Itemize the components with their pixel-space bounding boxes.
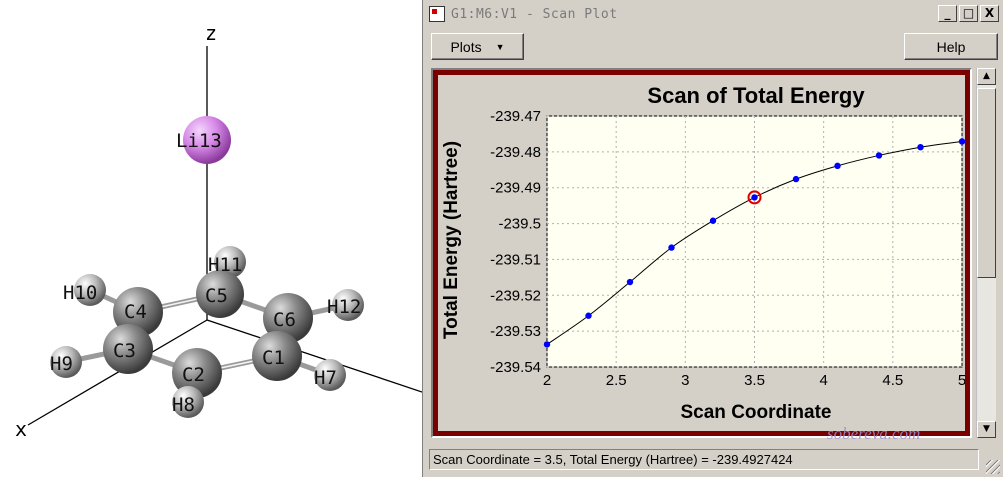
- y-tick-label: -239.53: [490, 323, 541, 340]
- atom-label-h8: H8: [172, 394, 195, 416]
- plot-frame: Scan of Total Energy -239.47 -239.48 -239.…: [431, 68, 972, 438]
- resize-grip-icon[interactable]: [986, 460, 1000, 474]
- data-point[interactable]: [917, 143, 924, 151]
- atom-label-c4: C4: [124, 301, 147, 323]
- atom-label-c3: C3: [113, 340, 136, 362]
- watermark: sobereva.com: [827, 424, 921, 443]
- maximize-button[interactable]: □: [959, 5, 978, 22]
- plots-menu-button[interactable]: Plots ▼: [431, 33, 524, 60]
- data-point[interactable]: [958, 138, 965, 145]
- y-tick-label: -239.51: [490, 251, 541, 268]
- y-axis-title: Total Energy (Hartree): [441, 141, 462, 339]
- y-tick-label: -239.5: [498, 216, 541, 233]
- plots-label: Plots: [450, 38, 482, 55]
- y-tick-label: -239.52: [490, 287, 541, 304]
- atom-label-h9: H9: [50, 353, 73, 375]
- atom-label-li13: Li13: [176, 130, 222, 152]
- scroll-thumb[interactable]: [977, 88, 996, 278]
- x-axis-title: Scan Coordinate: [681, 402, 832, 423]
- scroll-up-icon[interactable]: ▲: [977, 68, 996, 85]
- scroll-down-icon[interactable]: ▼: [977, 421, 996, 438]
- data-point[interactable]: [543, 341, 551, 348]
- data-point[interactable]: [668, 244, 675, 251]
- x-tick-label: 3: [681, 372, 689, 389]
- x-tick-label: 2: [543, 372, 551, 389]
- data-point[interactable]: [751, 194, 758, 201]
- atom-label-h11: H11: [208, 254, 242, 276]
- y-tick-label: -239.47: [490, 108, 541, 125]
- app-icon[interactable]: [429, 6, 445, 22]
- chart-title: Scan of Total Energy: [647, 83, 865, 108]
- vertical-scrollbar[interactable]: ▲ ▼: [976, 68, 996, 438]
- data-point[interactable]: [585, 312, 592, 319]
- molecule-viewer[interactable]: z x Li13 H11 C5 H10 C4 C6 H12 H9 C3 C1 H…: [0, 0, 422, 477]
- atom-label-c2: C2: [182, 364, 205, 386]
- molecule-canvas[interactable]: z x Li13 H11 C5 H10 C4 C6 H12 H9 C3 C1 H…: [0, 0, 422, 477]
- dropdown-arrow-icon: ▼: [495, 41, 505, 52]
- x-tick-label: 2.5: [606, 372, 627, 389]
- y-tick-labels: -239.47 -239.48 -239.49 -239.5 -239.51 -239.5…: [490, 108, 541, 376]
- data-point[interactable]: [834, 162, 841, 170]
- window-title: G1:M6:V1 - Scan Plot: [451, 6, 618, 22]
- data-point[interactable]: [626, 278, 634, 286]
- scan-chart[interactable]: Scan of Total Energy -239.47-239.48-239.…: [438, 75, 965, 431]
- atom-label-h7: H7: [314, 367, 337, 389]
- data-point[interactable]: [792, 175, 800, 183]
- x-tick-label: 3.5: [744, 372, 765, 389]
- y-tick-label: -239.48: [490, 144, 541, 161]
- title-bar[interactable]: G1:M6:V1 - Scan Plot _ □ X: [425, 3, 1001, 25]
- plot-area[interactable]: Scan of Total Energy -239.47 -239.48 -239.…: [438, 75, 965, 431]
- close-button[interactable]: X: [980, 5, 999, 22]
- atom-label-h10: H10: [63, 282, 97, 304]
- scan-plot-window: G1:M6:V1 - Scan Plot _ □ X Plots ▼ Help …: [422, 0, 1003, 477]
- atom-label-h12: H12: [327, 296, 361, 318]
- minimize-button[interactable]: _: [938, 5, 957, 22]
- atom-label-c6: C6: [273, 309, 296, 331]
- x-tick-label: 4: [819, 372, 827, 389]
- help-button[interactable]: Help: [904, 33, 998, 60]
- data-point[interactable]: [709, 217, 717, 224]
- status-bar: Scan Coordinate = 3.5, Total Energy (Har…: [429, 449, 979, 470]
- data-point[interactable]: [875, 152, 883, 159]
- atom-label-c1: C1: [262, 347, 285, 369]
- atom-label-c5: C5: [205, 285, 228, 307]
- x-tick-labels: 2 2.5 3 3.5 4 4.5 5: [543, 372, 965, 389]
- x-axis-label: x: [15, 417, 27, 441]
- x-tick-label: 5: [958, 372, 965, 389]
- y-tick-label: -239.54: [490, 359, 541, 376]
- z-axis-label: z: [205, 21, 217, 45]
- y-tick-label: -239.49: [490, 180, 541, 197]
- x-tick-label: 4.5: [882, 372, 903, 389]
